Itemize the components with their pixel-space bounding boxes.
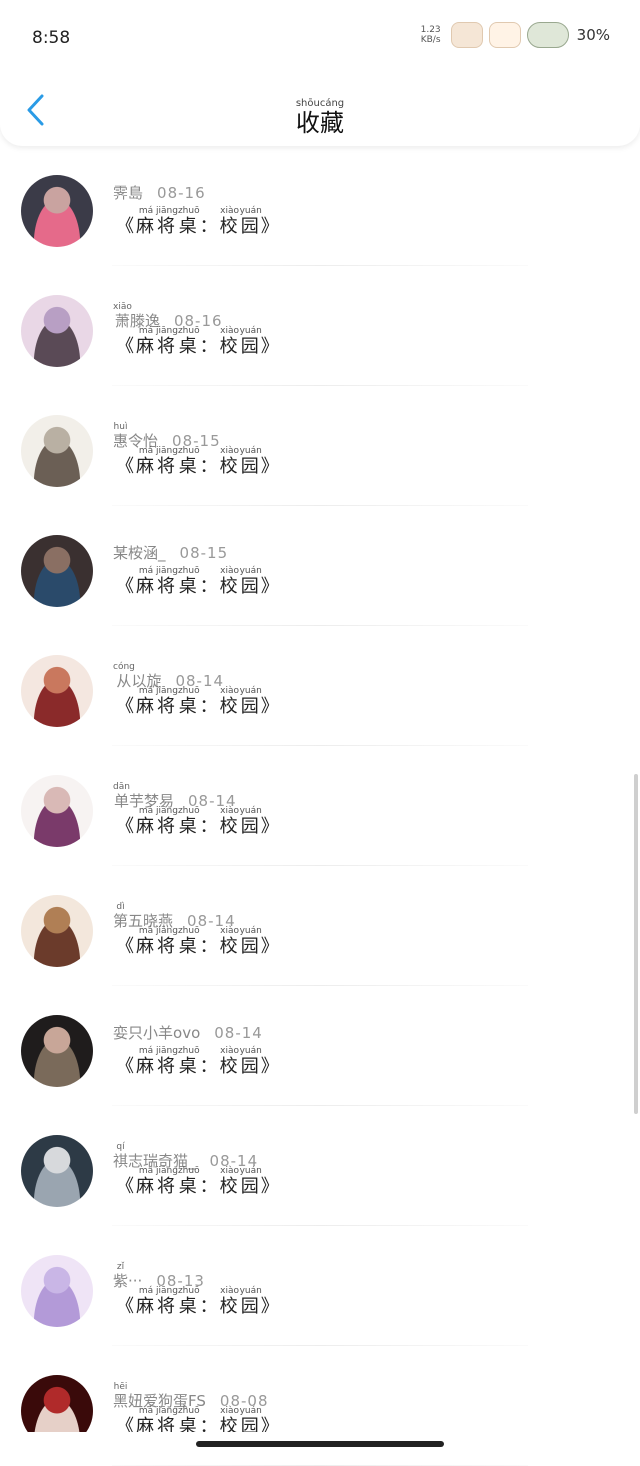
- list-item[interactable]: 第dì五晓燕 08-14 《麻má将jiāng桌zhuō：校xiào园yuán》: [0, 866, 640, 986]
- book-title: 《麻má将jiāng桌zhuō：校xiào园yuán》: [116, 566, 281, 597]
- sticker-cat-icon: [488, 22, 521, 48]
- user-name-line: 某桉涵_ 08-15: [113, 542, 228, 563]
- user-name-line: 娈只小羊ovo 08-14: [113, 1022, 263, 1043]
- app-header: 8:58 1.23 KB/s 30% 收shōu藏cáng: [0, 0, 640, 146]
- avatar[interactable]: [21, 175, 93, 247]
- book-title: 《麻má将jiāng桌zhuō：校xiào园yuán》: [116, 1046, 281, 1077]
- avatar[interactable]: [21, 535, 93, 607]
- network-speed-value: 1.23: [420, 25, 441, 35]
- user-name-rest: 桉涵_: [128, 544, 166, 562]
- list-item[interactable]: 惠huì令怡 08-15 《麻má将jiāng桌zhuō：校xiào园yuán》: [0, 386, 640, 506]
- network-speed: 1.23 KB/s: [421, 25, 441, 45]
- book-title: 《麻má将jiāng桌zhuō：校xiào园yuán》: [116, 926, 281, 957]
- list-item[interactable]: 紫zǐ··· 08-13 《麻má将jiāng桌zhuō：校xiào园yuán》: [0, 1226, 640, 1346]
- battery-percent: 30%: [576, 26, 610, 44]
- status-time: 8:58: [32, 28, 71, 48]
- list-item[interactable]: 萧xiāo滕逸 08-16 《麻má将jiāng桌zhuō：校xiào园yuán》: [0, 266, 640, 386]
- avatar[interactable]: [21, 1255, 93, 1327]
- user-name-first-char: 霁: [113, 184, 129, 202]
- book-title: 《麻má将jiāng桌zhuō：校xiào园yuán》: [116, 1166, 281, 1197]
- list-item[interactable]: 从cóng以旋 08-14 《麻má将jiāng桌zhuō：校xiào园yuán》: [0, 626, 640, 746]
- home-indicator[interactable]: [196, 1441, 444, 1447]
- user-name-rest: 只小羊ovo: [128, 1024, 201, 1042]
- sticker-bread-icon: [450, 22, 483, 48]
- book-title: 《麻má将jiāng桌zhuō：校xiào园yuán》: [116, 806, 281, 837]
- avatar[interactable]: [21, 775, 93, 847]
- date-label: 08-14: [214, 1024, 263, 1042]
- user-name-line: 霁島 08-16: [113, 182, 206, 203]
- avatar[interactable]: [21, 1135, 93, 1207]
- book-title: 《麻má将jiāng桌zhuō：校xiào园yuán》: [116, 206, 281, 237]
- user-name-first-char: 娈: [113, 1024, 129, 1042]
- book-title: 《麻má将jiāng桌zhuō：校xiào园yuán》: [116, 446, 281, 477]
- scrollbar[interactable]: [634, 774, 638, 1114]
- favorites-list: 霁島 08-16 《麻má将jiāng桌zhuō：校xiào园yuán》 萧xiā…: [0, 146, 640, 1466]
- title-char-1: 收shōu: [295, 98, 320, 137]
- book-title: 《麻má将jiāng桌zhuō：校xiào园yuán》: [116, 326, 281, 357]
- book-title: 《麻má将jiāng桌zhuō：校xiào园yuán》: [116, 686, 281, 717]
- date-label: 08-15: [179, 544, 229, 562]
- date-label: 08-16: [157, 184, 206, 202]
- network-speed-unit: KB/s: [420, 35, 441, 45]
- list-item[interactable]: 祺qí志瑞奇猫_ 08-14 《麻má将jiāng桌zhuō：校xiào园yuán…: [0, 1106, 640, 1226]
- avatar[interactable]: [21, 655, 93, 727]
- list-item[interactable]: 单dān芋梦易 08-14 《麻má将jiāng桌zhuō：校xiào园yuán》: [0, 746, 640, 866]
- page-title: 收shōu藏cáng: [0, 98, 640, 138]
- avatar[interactable]: [21, 295, 93, 367]
- book-title: 《麻má将jiāng桌zhuō：校xiào园yuán》: [116, 1286, 281, 1317]
- list-item[interactable]: 霁島 08-16 《麻má将jiāng桌zhuō：校xiào园yuán》: [0, 146, 640, 266]
- avatar[interactable]: [21, 1015, 93, 1087]
- user-name-rest: 島: [128, 184, 144, 202]
- avatar[interactable]: [21, 895, 93, 967]
- user-name-first-char: 某: [113, 544, 129, 562]
- title-char-2: 藏cáng: [319, 98, 345, 137]
- list-item[interactable]: 某桉涵_ 08-15 《麻má将jiāng桌zhuō：校xiào园yuán》: [0, 506, 640, 626]
- list-item[interactable]: 娈只小羊ovo 08-14 《麻má将jiāng桌zhuō：校xiào园yuán》: [0, 986, 640, 1106]
- battery-cloud-icon: [526, 22, 569, 48]
- avatar[interactable]: [21, 415, 93, 487]
- status-bar-right: 1.23 KB/s 30%: [421, 22, 610, 48]
